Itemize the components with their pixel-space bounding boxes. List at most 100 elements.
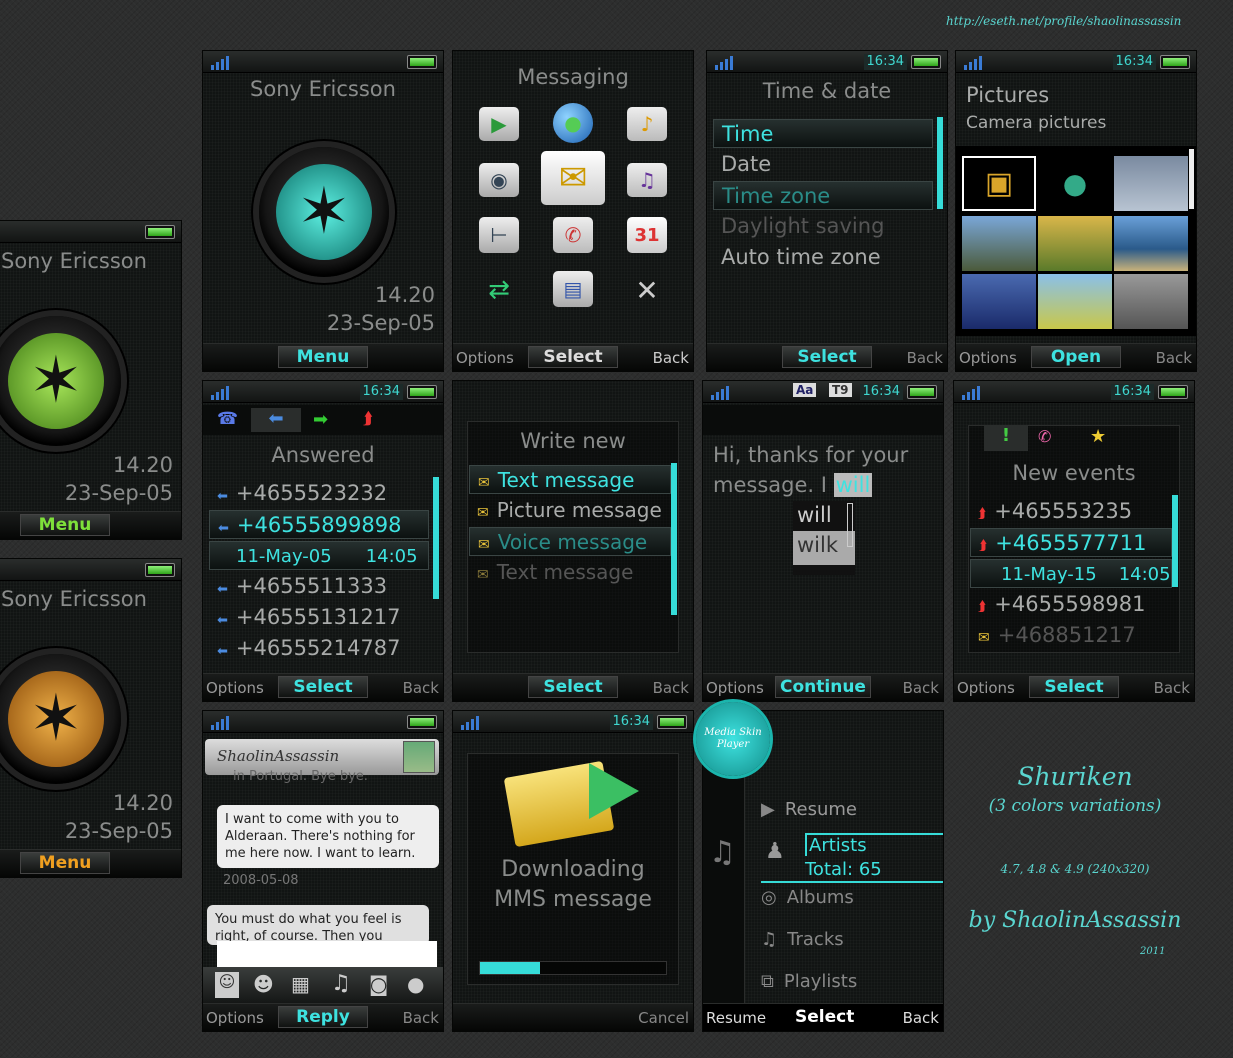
call-row[interactable]: ⬅ +46555214787 [209, 634, 429, 663]
options-button[interactable]: Options [706, 679, 764, 697]
photo-thumbnail[interactable] [1038, 274, 1112, 329]
suggestion-item-selected[interactable]: wilk [793, 531, 855, 565]
list-item-time[interactable]: Time [713, 119, 933, 148]
back-button[interactable]: Back [653, 349, 689, 367]
scrollbar[interactable] [671, 463, 677, 615]
tab-alerts-icon[interactable]: ! [984, 425, 1028, 451]
menu-item-playlists[interactable]: ⧉ Playlists [761, 971, 857, 992]
options-button[interactable]: Options [206, 679, 264, 697]
contact-icon[interactable]: ☺ [215, 972, 239, 998]
photo-thumbnail[interactable] [962, 274, 1036, 329]
cancel-button[interactable]: Cancel [638, 1009, 689, 1027]
back-button[interactable]: Back [903, 679, 939, 697]
photo-thumbnail[interactable] [1114, 156, 1188, 211]
web-album-thumbnail[interactable]: ● [1038, 156, 1112, 211]
tab-star-icon[interactable]: ★ [1090, 426, 1106, 447]
play-icon[interactable]: ▶ [479, 107, 519, 141]
chat-bubble-icon[interactable]: ● [407, 972, 424, 996]
event-row[interactable]: ⮭ +465553235 [970, 497, 1172, 526]
event-row[interactable]: ⮭ +4655577711 [970, 528, 1172, 557]
back-button[interactable]: Back [403, 1009, 439, 1027]
phone-book-icon[interactable]: ✆ [553, 217, 593, 253]
tab-all-calls-icon[interactable]: ☎ [217, 409, 238, 429]
select-button[interactable]: Select [782, 346, 872, 368]
scrollbar[interactable] [433, 477, 439, 599]
options-button[interactable]: Options [957, 679, 1015, 697]
message-text-line2[interactable]: message. I will [713, 473, 873, 497]
list-item-daylight-saving[interactable]: Daylight saving [713, 212, 933, 241]
back-button[interactable]: Back [1156, 349, 1192, 367]
music-icon[interactable]: ♫ [331, 971, 351, 996]
suggestion-scrollbar[interactable] [847, 503, 853, 547]
scrollbar[interactable] [1172, 495, 1178, 587]
resume-button[interactable]: Resume [706, 1009, 766, 1027]
transfer-icon[interactable]: ⇄ [479, 273, 519, 307]
list-item-date[interactable]: Date [713, 150, 933, 179]
photo-thumbnail[interactable] [962, 216, 1036, 271]
list-item-time-zone[interactable]: Time zone [713, 181, 933, 210]
menu-item-resume[interactable]: ▶ Resume [761, 799, 857, 820]
photo-thumbnail[interactable] [1114, 216, 1188, 271]
call-row[interactable]: ⬅ +4655523232 [209, 479, 429, 508]
tab-dialled-icon[interactable]: ➡ [313, 409, 328, 430]
menu-item-text-message[interactable]: ✉ Text message [469, 465, 671, 494]
event-detail-row: 11-May-15 14:05 [970, 559, 1172, 588]
open-button[interactable]: Open [1031, 346, 1121, 368]
emoticon-icon[interactable]: ☻ [253, 972, 274, 996]
menu-item-artists[interactable]: ♟ Artists Total: 65 [761, 831, 943, 883]
camera-icon[interactable]: ◉ [479, 163, 519, 197]
call-row[interactable]: ⬅ +4655511333 [209, 572, 429, 601]
back-button[interactable]: Back [1154, 679, 1190, 697]
camera-icon[interactable]: ◙ [369, 972, 388, 996]
continue-button[interactable]: Continue [775, 676, 871, 698]
event-row[interactable]: ✉ +468851217 [970, 621, 1172, 650]
back-button[interactable]: Back [907, 349, 943, 367]
tools-icon[interactable]: ✕ [627, 271, 667, 309]
options-button[interactable]: Options [959, 349, 1017, 367]
disc-icon: ◎ [761, 887, 777, 908]
options-button[interactable]: Options [206, 1009, 264, 1027]
envelope-icon[interactable]: ✉ [541, 151, 605, 205]
call-row[interactable]: ⬅ +46555899898 [209, 510, 429, 539]
photo-thumbnail[interactable] [1114, 274, 1188, 329]
globe-icon[interactable]: ● [553, 103, 593, 143]
back-button[interactable]: Back [903, 1009, 939, 1027]
scrollbar[interactable] [1189, 149, 1194, 209]
video-icon[interactable]: ▦ [291, 972, 310, 996]
calendar-icon[interactable]: 31 [627, 217, 667, 253]
menu-item-picture-message[interactable]: ✉ Picture message [469, 496, 671, 525]
menu-button[interactable]: Menu [20, 852, 110, 874]
photo-thumbnail[interactable] [1038, 216, 1112, 271]
call-row[interactable]: ⬅ +46555131217 [209, 603, 429, 632]
reply-input[interactable] [217, 941, 437, 967]
document-icon[interactable]: ▤ [553, 271, 593, 307]
select-button[interactable]: Select [1029, 676, 1119, 698]
back-button[interactable]: Back [653, 679, 689, 697]
folder-thumbnail[interactable]: ▣ [962, 156, 1036, 211]
menu-button[interactable]: Menu [20, 514, 110, 536]
select-button[interactable]: Select [528, 346, 618, 368]
message-text-line1[interactable]: Hi, thanks for your [713, 443, 908, 467]
event-row[interactable]: ⮭ +4655598981 [970, 590, 1172, 619]
menu-button[interactable]: Menu [278, 346, 368, 368]
list-item-auto-time-zone[interactable]: Auto time zone [713, 243, 933, 272]
select-button[interactable]: Select [278, 676, 368, 698]
menu-item-albums[interactable]: ◎ Albums [761, 887, 854, 908]
menu-item-tracks[interactable]: ♫ Tracks [761, 929, 844, 950]
music-file-icon[interactable]: ♫ [627, 163, 667, 197]
tab-missed-icon[interactable]: ⮭ [363, 409, 373, 429]
select-button[interactable]: Select [528, 676, 618, 698]
menu-item-voice-message[interactable]: ✉ Voice message [469, 527, 671, 556]
media-icon[interactable]: ♪ [627, 107, 667, 141]
select-button[interactable]: Select [795, 1007, 854, 1027]
back-button[interactable]: Back [403, 679, 439, 697]
menu-item-text-message-dim[interactable]: ✉ Text message [469, 558, 671, 587]
tab-missed-call-icon[interactable]: ✆ [1038, 427, 1051, 446]
tab-answered-icon[interactable]: ⬅ [251, 408, 301, 432]
options-button[interactable]: Options [456, 349, 514, 367]
scrollbar[interactable] [937, 117, 943, 209]
settings-icon[interactable]: ⊢ [479, 217, 519, 253]
suggestion-item[interactable]: will [793, 501, 855, 531]
signal-icon [707, 383, 735, 401]
reply-button[interactable]: Reply [278, 1006, 368, 1028]
